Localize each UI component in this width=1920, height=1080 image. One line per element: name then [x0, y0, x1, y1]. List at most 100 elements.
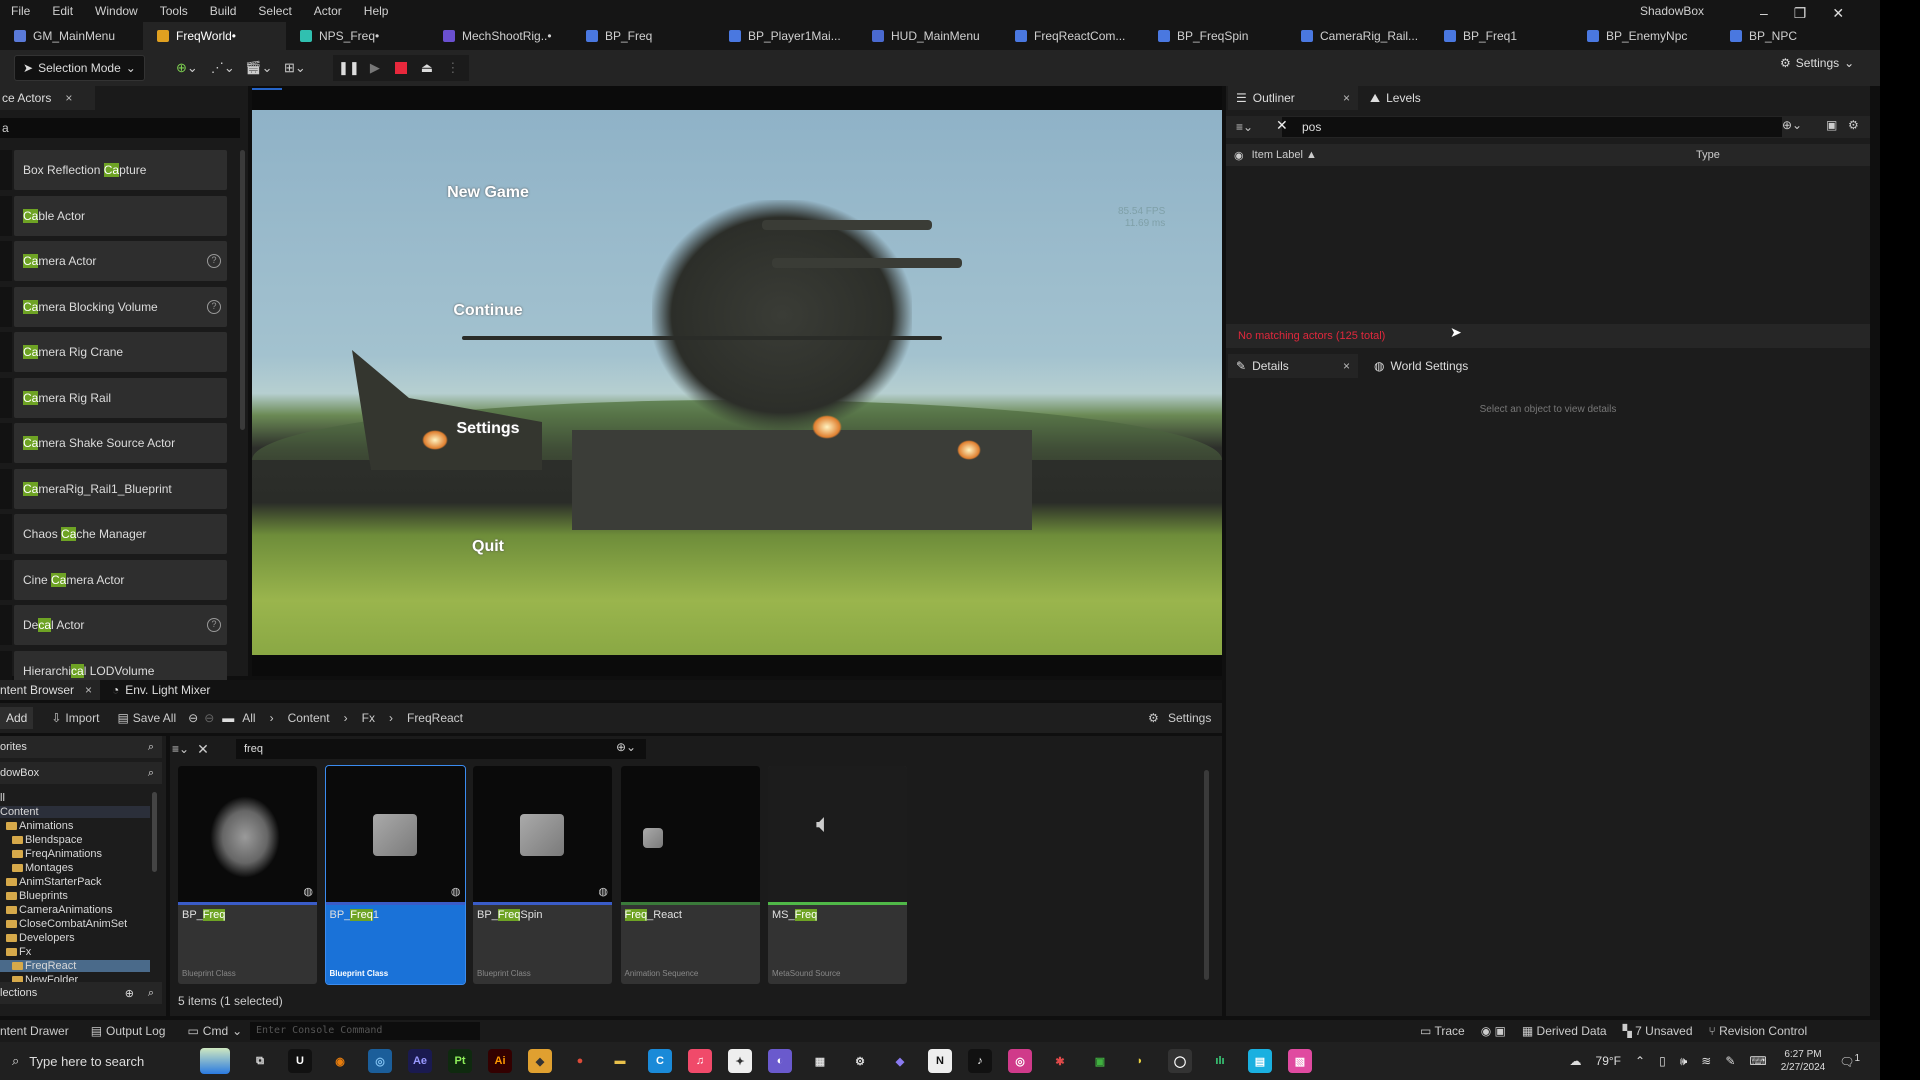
taskbar-app-unreal[interactable]: U	[280, 1042, 320, 1080]
breadcrumb-item[interactable]: Content	[288, 711, 330, 725]
derived-data-button[interactable]: ▦ Derived Data	[1522, 1024, 1607, 1038]
outliner-search-input[interactable]: pos	[1282, 117, 1782, 137]
doc-tab[interactable]: BP_Player1Mai...	[715, 22, 858, 50]
tab-world-settings[interactable]: ◍ World Settings	[1366, 354, 1506, 378]
doc-tab[interactable]: BP_NPC	[1716, 22, 1859, 50]
new-folder-icon[interactable]: ▣	[1826, 118, 1837, 132]
actor-item[interactable]: Cable Actor	[0, 195, 227, 236]
taskbar-app-painter[interactable]: Pt	[440, 1042, 480, 1080]
forward-icon[interactable]: ⊖	[204, 711, 214, 725]
notification-icon[interactable]: 🗨︎1	[1839, 1053, 1860, 1069]
tab-env-light-mixer[interactable]: ◔ Env. Light Mixer	[104, 680, 234, 700]
taskbar-app-app-dark[interactable]: ✱	[1040, 1042, 1080, 1080]
actor-item[interactable]: Decal Actor?	[0, 605, 227, 645]
tree-scrollbar[interactable]	[152, 792, 157, 872]
visibility-icon[interactable]: ◉	[1234, 149, 1244, 162]
play-options-button[interactable]: ⋮	[441, 57, 465, 79]
help-icon[interactable]: ?	[207, 254, 221, 268]
taskbar-app-illustrator[interactable]: Ai	[480, 1042, 520, 1080]
close-button[interactable]: ✕	[1832, 5, 1844, 22]
taskbar-app-app-multi[interactable]: ▣	[1080, 1042, 1120, 1080]
search-icon[interactable]: ⌕	[148, 767, 154, 780]
menu-continue-button[interactable]: Continue	[428, 302, 548, 320]
close-tab-icon[interactable]: ×	[65, 91, 72, 105]
actor-item[interactable]: Camera Blocking Volume?	[0, 286, 227, 327]
close-tab-icon[interactable]: ×	[85, 683, 92, 697]
menu-select[interactable]: Select	[247, 4, 302, 18]
clock[interactable]: 6:27 PM 2/27/2024	[1781, 1048, 1826, 1074]
menu-quit-button[interactable]: Quit	[428, 538, 548, 556]
taskbar-app-app-purple[interactable]: ◆	[880, 1042, 920, 1080]
add-actor-button[interactable]: ⊕ ⌄	[171, 56, 203, 80]
minimize-button[interactable]: –	[1760, 5, 1768, 21]
restore-button[interactable]: ❐	[1794, 5, 1807, 22]
search-icon[interactable]: ⌕	[148, 741, 154, 754]
add-filter-icon[interactable]: ⊕⌄	[616, 740, 636, 754]
menu-new-game-button[interactable]: New Game	[428, 184, 548, 202]
menu-build[interactable]: Build	[199, 4, 248, 18]
breadcrumb-item[interactable]: Fx	[362, 711, 375, 725]
doc-tab[interactable]: FreqWorld•	[143, 22, 286, 50]
taskbar-app-task-view[interactable]: ⧉	[240, 1042, 280, 1080]
asset-tile[interactable]: Freq_React Animation Sequence	[620, 766, 760, 984]
favorites-header[interactable]: orites ⌕	[0, 736, 162, 758]
close-tab-icon[interactable]: ×	[1343, 91, 1350, 105]
menu-window[interactable]: Window	[84, 4, 149, 18]
taskbar-app-chrome[interactable]: ●	[560, 1042, 600, 1080]
column-type[interactable]: Type	[1696, 149, 1720, 161]
actor-item[interactable]: Box Reflection Capture	[0, 150, 227, 190]
wifi-icon[interactable]: ≋	[1701, 1054, 1711, 1068]
actor-item[interactable]: Cine Camera Actor	[0, 559, 227, 600]
taskbar-app-app-pink[interactable]: ▧	[1280, 1042, 1320, 1080]
folder-tree-item[interactable]: CloseCombatAnimSet	[0, 918, 150, 930]
tab-levels[interactable]: ⛰ Levels	[1362, 86, 1462, 110]
platforms-button[interactable]: ⊞ ⌄	[279, 56, 311, 80]
collections-header[interactable]: lections ⊕ ⌕	[0, 982, 162, 1004]
clear-filter-icon[interactable]: ✕	[197, 741, 209, 758]
import-button[interactable]: Import	[65, 711, 99, 725]
asset-tile[interactable]: 🔈︎ MS_Freq MetaSound Source	[768, 766, 907, 984]
taskbar-app-app-grid[interactable]: ▦	[800, 1042, 840, 1080]
level-viewport[interactable]: New Game Continue Settings Quit	[252, 110, 1222, 655]
doc-tab[interactable]: HUD_MainMenu	[858, 22, 1001, 50]
cinematics-button[interactable]: 🎬︎ ⌄	[243, 56, 275, 80]
folder-tree-item[interactable]: ll	[0, 792, 150, 804]
folder-tree-item[interactable]: Developers	[0, 932, 150, 944]
doc-tab[interactable]: BP_FreqSpin	[1144, 22, 1287, 50]
add-collection-icon[interactable]: ⊕	[125, 987, 134, 1000]
taskbar-app-app-globe[interactable]: ◎	[360, 1042, 400, 1080]
menu-edit[interactable]: Edit	[41, 4, 84, 18]
doc-tab[interactable]: BP_Freq	[572, 22, 715, 50]
pen-icon[interactable]: ✎	[1725, 1054, 1735, 1068]
taskbar-app-app-white[interactable]: ✦	[720, 1042, 760, 1080]
console-command-input[interactable]: Enter Console Command	[250, 1022, 480, 1040]
menu-settings-button[interactable]: Settings	[428, 420, 548, 438]
taskbar-app-app-orange[interactable]: ◆	[520, 1042, 560, 1080]
folder-tree-item[interactable]: CameraAnimations	[0, 904, 150, 916]
menu-help[interactable]: Help	[353, 4, 400, 18]
taskbar-app-tiktok[interactable]: ♪	[960, 1042, 1000, 1080]
revision-control-button[interactable]: ⑂ Revision Control	[1709, 1024, 1808, 1038]
battery-icon[interactable]: ▯	[1659, 1054, 1666, 1068]
folder-tree-item[interactable]: FreqReact	[0, 960, 150, 972]
folder-tree-item[interactable]: Content	[0, 806, 150, 818]
project-header[interactable]: dowBox ⌕	[0, 762, 162, 784]
taskbar-app-app-gear[interactable]: ⚙	[840, 1042, 880, 1080]
place-actors-search-input[interactable]: a	[0, 118, 240, 138]
eject-button[interactable]: ⏏	[415, 57, 439, 79]
doc-tab[interactable]: BP_EnemyNpc	[1573, 22, 1716, 50]
pause-button[interactable]: ❚❚	[337, 57, 361, 79]
actor-item[interactable]: Camera Actor?	[0, 241, 227, 281]
actor-list-scrollbar[interactable]	[240, 150, 245, 430]
output-log-button[interactable]: Output Log	[106, 1024, 165, 1038]
folder-tree-item[interactable]: Blendspace	[0, 834, 150, 846]
unsaved-button[interactable]: ▚ 7 Unsaved	[1623, 1024, 1693, 1038]
taskbar-app-app-yellow[interactable]: ◗	[1120, 1042, 1160, 1080]
taskbar-app-after-effects[interactable]: Ae	[400, 1042, 440, 1080]
tab-outliner[interactable]: ☰ Outliner ×	[1228, 86, 1358, 110]
volume-icon[interactable]: 🕪︎	[1680, 1054, 1688, 1069]
asset-tile[interactable]: ◍ BP_Freq Blueprint Class	[178, 766, 317, 984]
folder-tree-item[interactable]: Blueprints	[0, 890, 150, 902]
taskbar-app-blender[interactable]: ◉	[320, 1042, 360, 1080]
record-icon[interactable]: ◉ ▣	[1481, 1024, 1506, 1038]
